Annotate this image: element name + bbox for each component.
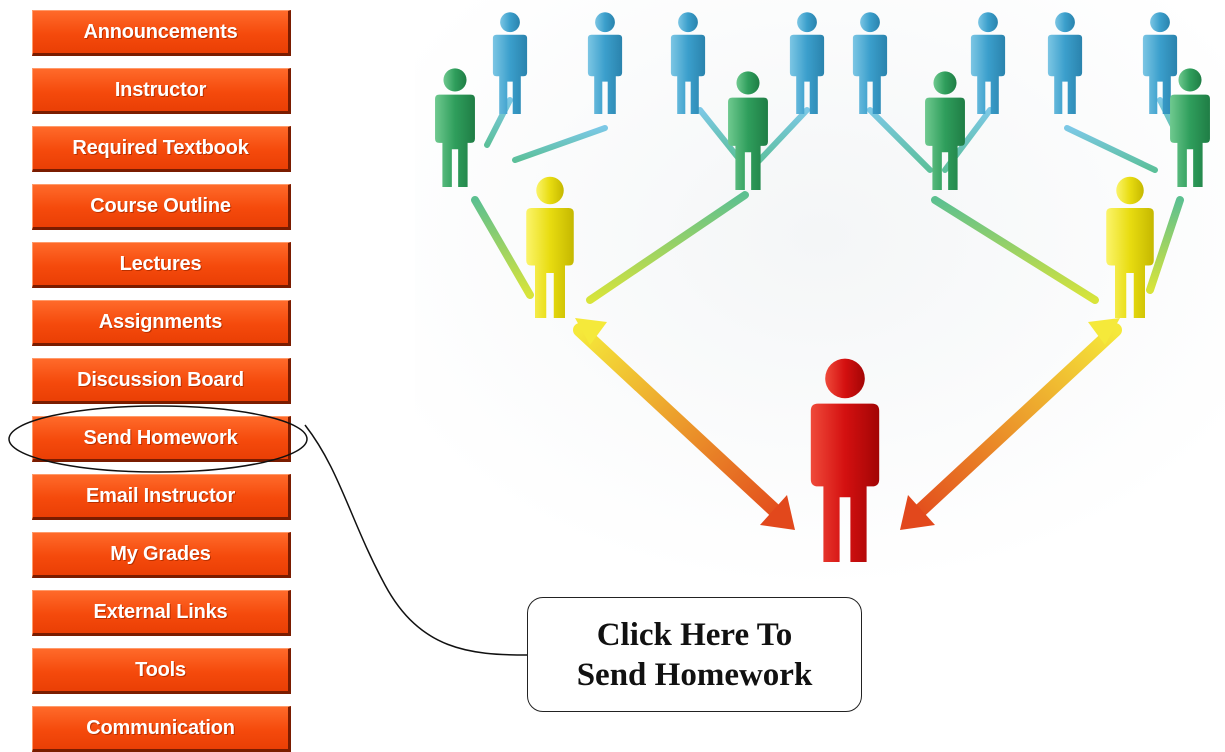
callout-line-1: Click Here To <box>596 616 793 653</box>
people-network-illustration <box>415 0 1225 590</box>
send-homework-callout: Click Here To Send Homework <box>527 597 862 712</box>
nav-button-send-homework[interactable]: Send Homework <box>32 416 291 462</box>
nav-button-discussion-board[interactable]: Discussion Board <box>32 358 291 404</box>
nav-button-email-instructor[interactable]: Email Instructor <box>32 474 291 520</box>
nav-button-announcements[interactable]: Announcements <box>32 10 291 56</box>
nav-button-my-grades[interactable]: My Grades <box>32 532 291 578</box>
callout-line-2: Send Homework <box>576 656 813 693</box>
nav-button-instructor[interactable]: Instructor <box>32 68 291 114</box>
nav-button-course-outline[interactable]: Course Outline <box>32 184 291 230</box>
nav-button-tools[interactable]: Tools <box>32 648 291 694</box>
nav-button-required-textbook[interactable]: Required Textbook <box>32 126 291 172</box>
nav-button-assignments[interactable]: Assignments <box>32 300 291 346</box>
nav-button-communication[interactable]: Communication <box>32 706 291 752</box>
nav-button-external-links[interactable]: External Links <box>32 590 291 636</box>
course-nav-menu: Announcements Instructor Required Textbo… <box>0 0 300 752</box>
nav-button-lectures[interactable]: Lectures <box>32 242 291 288</box>
